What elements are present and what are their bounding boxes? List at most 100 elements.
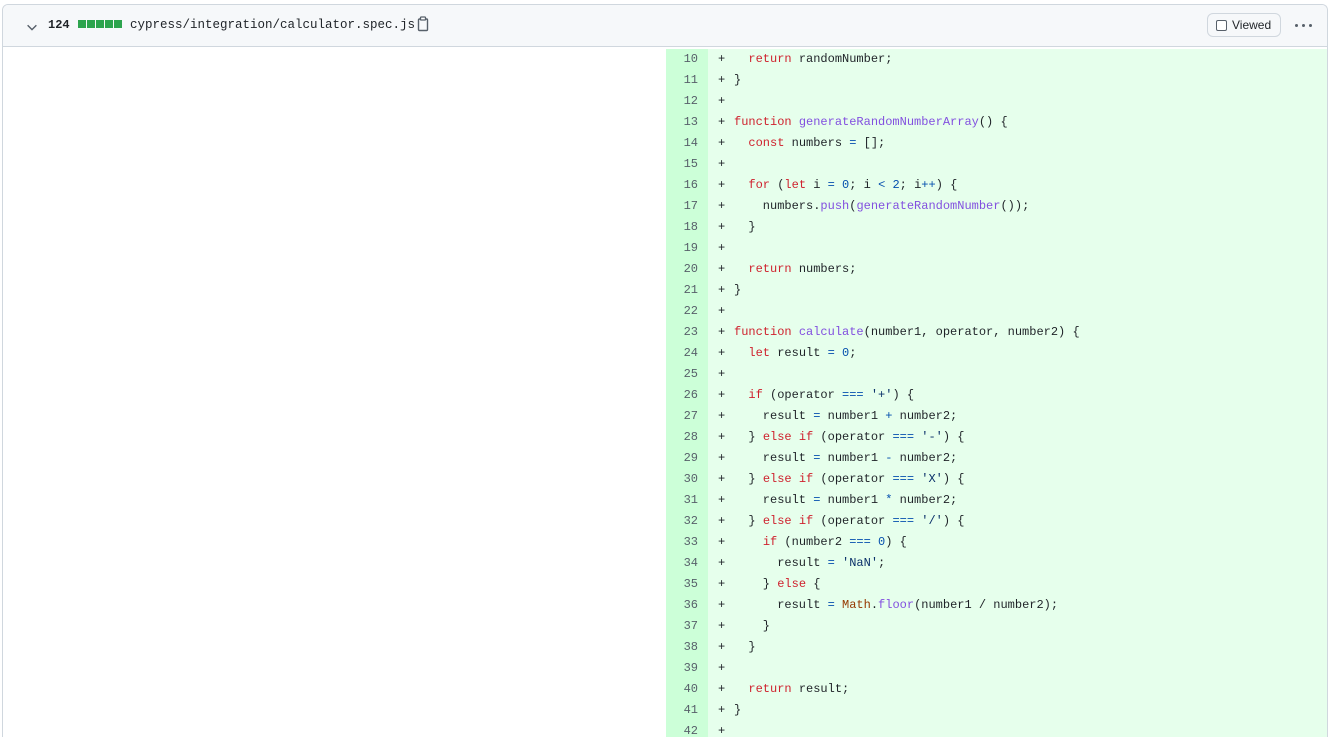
added-marker: +	[718, 535, 726, 549]
line-number[interactable]: 12	[666, 91, 708, 112]
code-text: }	[734, 73, 742, 87]
line-number[interactable]: 15	[666, 154, 708, 175]
line-number[interactable]: 23	[666, 322, 708, 343]
file-name-link[interactable]: cypress/integration/calculator.spec.js	[130, 17, 415, 33]
code-text: result = number1 + number2;	[734, 409, 958, 423]
code-text: return result;	[748, 682, 850, 696]
line-number[interactable]: 17	[666, 196, 708, 217]
line-number[interactable]: 14	[666, 133, 708, 154]
diff-line: 28 + } else if (operator === '-') {	[666, 427, 1327, 448]
code-line: + return randomNumber;	[708, 49, 1327, 70]
line-number[interactable]: 20	[666, 259, 708, 280]
line-number[interactable]: 38	[666, 637, 708, 658]
code-line: + }	[708, 637, 1327, 658]
code-text: if (operator === '+') {	[748, 388, 915, 402]
code-line: +}	[708, 280, 1327, 301]
line-number[interactable]: 28	[666, 427, 708, 448]
viewed-checkbox[interactable]	[1216, 19, 1227, 31]
kebab-horizontal-icon[interactable]	[1293, 17, 1313, 33]
line-number[interactable]: 13	[666, 112, 708, 133]
diffstat-block	[105, 20, 113, 28]
line-number[interactable]: 40	[666, 679, 708, 700]
line-number[interactable]: 30	[666, 469, 708, 490]
changes-count: 124	[48, 18, 70, 32]
code-line: + result = 'NaN';	[708, 553, 1327, 574]
code-line: + } else if (operator === 'X') {	[708, 469, 1327, 490]
code-line: + result = number1 * number2;	[708, 490, 1327, 511]
line-number[interactable]: 34	[666, 553, 708, 574]
line-number[interactable]: 24	[666, 343, 708, 364]
diff-line: 22 +	[666, 301, 1327, 322]
code-text: } else if (operator === 'X') {	[734, 472, 965, 486]
added-marker: +	[718, 199, 726, 213]
line-number[interactable]: 33	[666, 532, 708, 553]
diffstat-blocks	[78, 20, 122, 30]
code-line: + result = number1 - number2;	[708, 448, 1327, 469]
added-marker: +	[718, 157, 726, 171]
line-number[interactable]: 19	[666, 238, 708, 259]
code-text: let result = 0;	[748, 346, 857, 360]
diff-line: 27 + result = number1 + number2;	[666, 406, 1327, 427]
right-diff-pane: 10 + return randomNumber; 11 +} 12 +13 + functi…	[666, 47, 1327, 737]
line-number[interactable]: 39	[666, 658, 708, 679]
diff-line: 33 + if (number2 === 0) {	[666, 532, 1327, 553]
code-line: + return result;	[708, 679, 1327, 700]
code-text: }	[734, 703, 742, 717]
code-text: numbers.push(generateRandomNumber());	[734, 199, 1030, 213]
code-text: return numbers;	[748, 262, 857, 276]
line-number[interactable]: 21	[666, 280, 708, 301]
added-marker: +	[718, 367, 726, 381]
line-number[interactable]: 35	[666, 574, 708, 595]
line-number[interactable]: 41	[666, 700, 708, 721]
diff-line: 41 +}	[666, 700, 1327, 721]
diff-line: 38 + }	[666, 637, 1327, 658]
code-line: +	[708, 91, 1327, 112]
added-marker: +	[718, 598, 726, 612]
code-line: +	[708, 154, 1327, 175]
line-number[interactable]: 16	[666, 175, 708, 196]
copy-icon[interactable]	[416, 16, 430, 32]
line-number[interactable]: 32	[666, 511, 708, 532]
chevron-down-icon[interactable]	[25, 20, 39, 34]
added-marker: +	[718, 52, 726, 66]
code-text: for (let i = 0; i < 2; i++) {	[748, 178, 958, 192]
diff-line: 20 + return numbers;	[666, 259, 1327, 280]
line-number[interactable]: 29	[666, 448, 708, 469]
added-marker: +	[718, 640, 726, 654]
line-number[interactable]: 22	[666, 301, 708, 322]
diff-line: 12 +	[666, 91, 1327, 112]
code-line: + const numbers = [];	[708, 133, 1327, 154]
line-number[interactable]: 27	[666, 406, 708, 427]
diff-line: 40 + return result;	[666, 679, 1327, 700]
code-line: + function calculate(number1, operator, n…	[708, 322, 1327, 343]
added-marker: +	[718, 682, 726, 696]
line-number[interactable]: 25	[666, 364, 708, 385]
line-number[interactable]: 11	[666, 70, 708, 91]
line-number[interactable]: 18	[666, 217, 708, 238]
diff-line: 11 +}	[666, 70, 1327, 91]
line-number[interactable]: 42	[666, 721, 708, 737]
added-marker: +	[718, 472, 726, 486]
line-number[interactable]: 31	[666, 490, 708, 511]
diff-line: 29 + result = number1 - number2;	[666, 448, 1327, 469]
line-number[interactable]: 37	[666, 616, 708, 637]
added-marker: +	[718, 136, 726, 150]
added-marker: +	[718, 430, 726, 444]
code-line: + return numbers;	[708, 259, 1327, 280]
code-line: +}	[708, 700, 1327, 721]
code-text: function calculate(number1, operator, nu…	[734, 325, 1080, 339]
line-number[interactable]: 10	[666, 49, 708, 70]
line-number[interactable]: 26	[666, 385, 708, 406]
added-marker: +	[718, 514, 726, 528]
code-text: const numbers = [];	[748, 136, 886, 150]
added-marker: +	[718, 325, 726, 339]
code-line: + } else if (operator === '-') {	[708, 427, 1327, 448]
diff-line: 16 + for (let i = 0; i < 2; i++) {	[666, 175, 1327, 196]
code-line: + if (number2 === 0) {	[708, 532, 1327, 553]
line-number[interactable]: 36	[666, 595, 708, 616]
added-marker: +	[718, 178, 726, 192]
viewed-label: Viewed	[1232, 18, 1272, 32]
viewed-toggle[interactable]: Viewed	[1207, 13, 1281, 37]
diff-line: 15 +	[666, 154, 1327, 175]
code-line: + for (let i = 0; i < 2; i++) {	[708, 175, 1327, 196]
